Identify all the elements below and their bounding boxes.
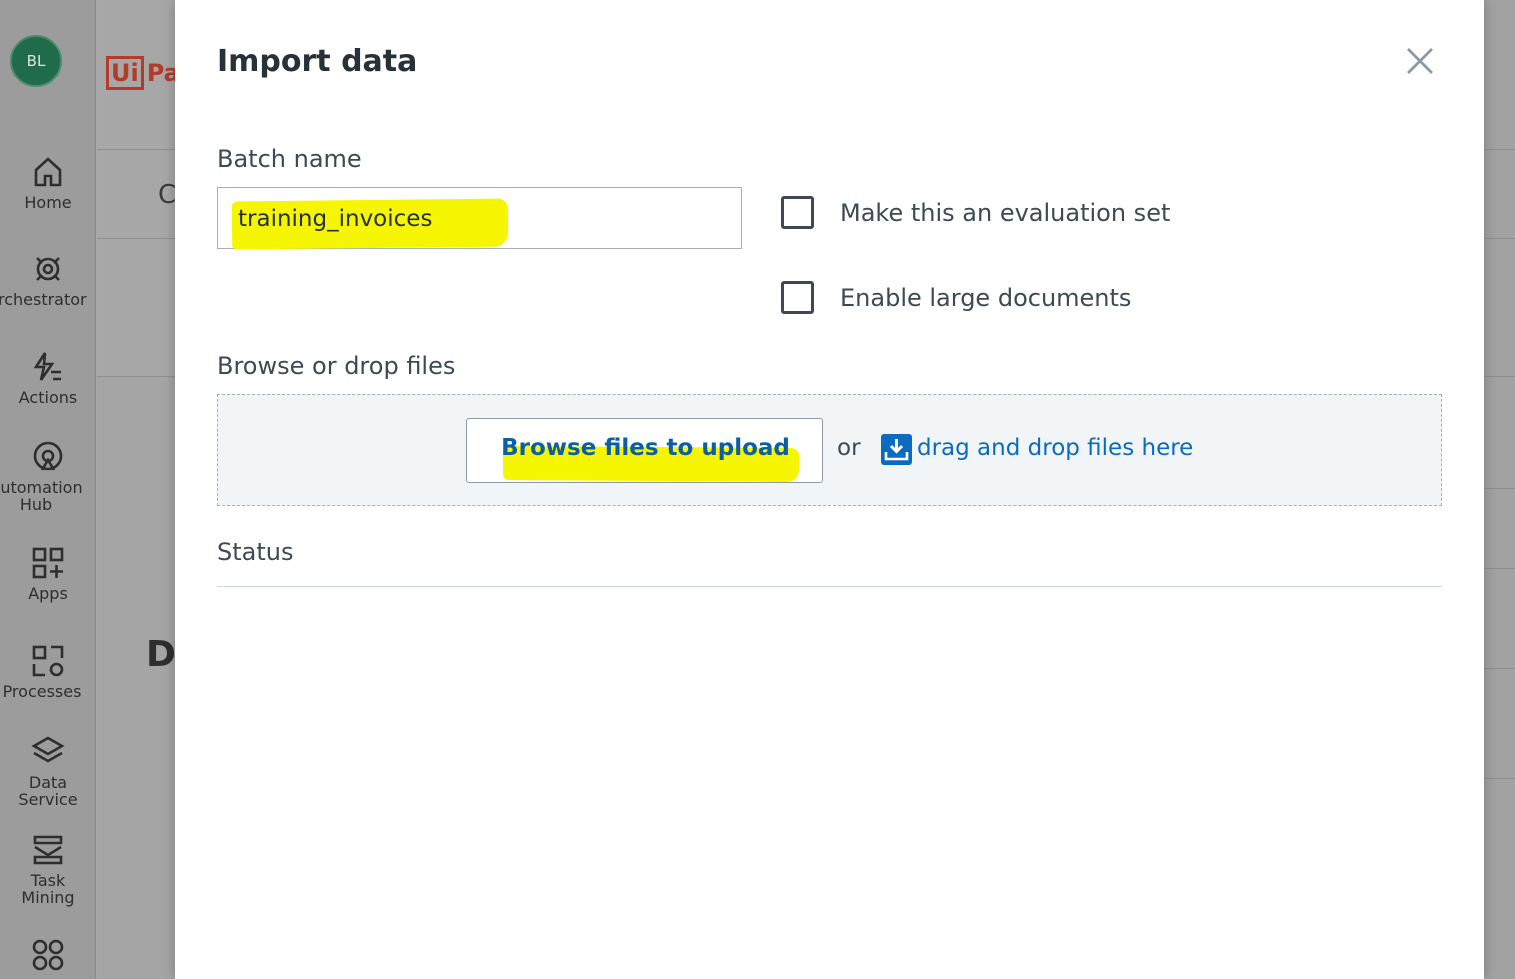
- download-tray-icon: [881, 434, 912, 465]
- background-text: C: [158, 180, 177, 210]
- home-icon: [34, 157, 62, 187]
- apps-icon: [32, 547, 64, 579]
- status-divider: [217, 586, 1442, 587]
- large-documents-checkbox[interactable]: [781, 281, 814, 314]
- drag-drop-link[interactable]: drag and drop files here: [917, 435, 1193, 461]
- sidebar-item-apps[interactable]: Apps: [0, 546, 96, 602]
- sidebar-item-processes[interactable]: Processes: [0, 644, 96, 700]
- close-button[interactable]: [1403, 44, 1437, 78]
- automation-hub-icon: [33, 441, 63, 471]
- browse-files-button[interactable]: Browse files to upload: [466, 418, 823, 483]
- processes-icon: [32, 645, 64, 677]
- status-label: Status: [217, 538, 294, 566]
- background-heading: D: [146, 634, 176, 675]
- actions-icon: [33, 352, 61, 381]
- large-documents-label: Enable large documents: [840, 283, 1132, 312]
- batch-name-field[interactable]: [217, 187, 742, 250]
- close-icon: [1407, 48, 1433, 74]
- batch-name-input[interactable]: [238, 200, 728, 238]
- sidebar-item-task-mining[interactable]: Task Mining: [0, 833, 96, 906]
- import-data-dialog: Import data Batch name Make this an eval…: [175, 0, 1484, 979]
- sidebar: BL Home Orchestrator Actions Automation …: [0, 0, 96, 979]
- task-mining-icon: [33, 835, 63, 865]
- batch-name-label: Batch name: [217, 145, 362, 173]
- evaluation-set-checkbox-row[interactable]: Make this an evaluation set: [781, 196, 1170, 229]
- sidebar-item-automation-hub[interactable]: Automation Hub: [0, 440, 96, 513]
- avatar[interactable]: BL: [10, 35, 62, 87]
- orchestrator-icon: [36, 257, 60, 281]
- data-service-icon: [31, 736, 65, 763]
- evaluation-set-checkbox[interactable]: [781, 196, 814, 229]
- browse-files-button-label: Browse files to upload: [501, 435, 790, 461]
- sidebar-item-home[interactable]: Home: [0, 155, 96, 211]
- file-dropzone[interactable]: Browse files to upload or drag and drop …: [217, 394, 1442, 506]
- sidebar-item-orchestrator[interactable]: Orchestrator: [0, 252, 96, 308]
- browse-files-label: Browse or drop files: [217, 352, 456, 380]
- more-apps-icon: [32, 939, 64, 971]
- or-text: or: [837, 435, 861, 461]
- large-documents-checkbox-row[interactable]: Enable large documents: [781, 281, 1131, 314]
- dialog-title: Import data: [217, 44, 418, 79]
- sidebar-item-actions[interactable]: Actions: [0, 350, 96, 406]
- sidebar-item-data-service[interactable]: Data Service: [0, 735, 96, 808]
- sidebar-item-more[interactable]: [0, 938, 96, 977]
- background-right-edge: [1484, 0, 1515, 979]
- uipath-logo: Ui Pa: [106, 55, 180, 91]
- evaluation-set-label: Make this an evaluation set: [840, 198, 1171, 227]
